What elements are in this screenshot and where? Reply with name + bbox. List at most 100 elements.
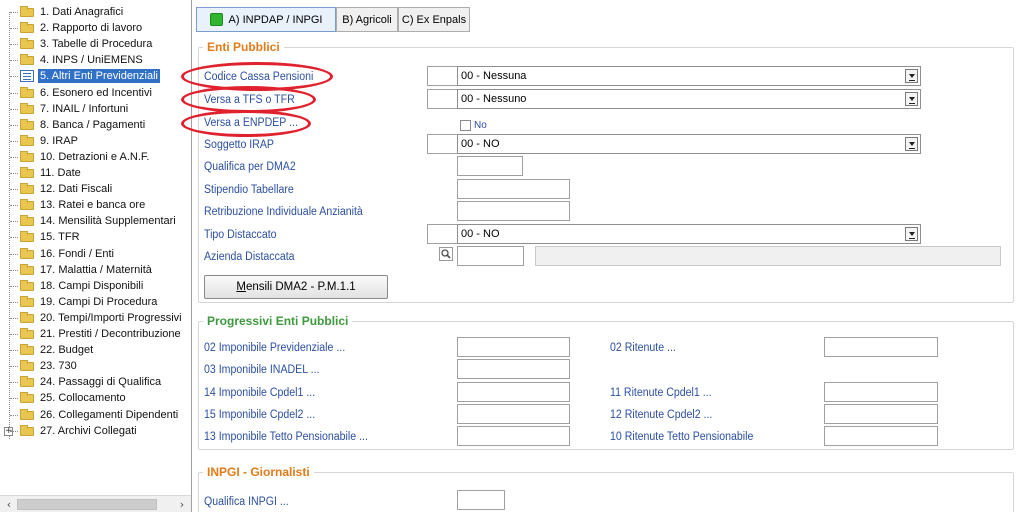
sidebar-item-date[interactable]: 11. Date: [0, 165, 191, 181]
tree-connector: [10, 301, 18, 303]
azienda-distaccata-code-input[interactable]: [457, 246, 524, 266]
sidebar-item-mensilita-supplementari[interactable]: 14. Mensilità Supplementari: [0, 213, 191, 229]
sidebar-item-730[interactable]: 23. 730: [0, 358, 191, 374]
prog-ritenute-cpdel1-input[interactable]: [824, 382, 938, 402]
navigation-tree-panel: 1. Dati Anagrafici 2. Rapporto di lavoro 3…: [0, 0, 192, 512]
sidebar-item-dati-fiscali[interactable]: 12. Dati Fiscali: [0, 181, 191, 197]
sidebar-item-malattia-maternita[interactable]: 17. Malattia / Maternità: [0, 262, 191, 278]
dropdown-arrow-icon[interactable]: [905, 137, 918, 151]
sidebar-item-campi-di-procedura[interactable]: 19. Campi Di Procedura: [0, 294, 191, 310]
tree-connector: [10, 140, 18, 142]
tree-connector: [10, 414, 18, 416]
folder-icon: [20, 328, 34, 339]
prog-imponibile-cpdel2-input[interactable]: [457, 404, 570, 424]
sidebar-item-collegamenti-dipendenti[interactable]: 26. Collegamenti Dipendenti: [0, 407, 191, 423]
prog-ritenute-input[interactable]: [824, 337, 938, 357]
codice-cassa-pensioni-select[interactable]: 00 - Nessuna: [457, 66, 921, 86]
versa-tfs-tfr-select[interactable]: 00 - Nessuno: [457, 89, 921, 109]
codice-cassa-code-field[interactable]: [427, 66, 457, 86]
sidebar-item-banca-pagamenti[interactable]: 8. Banca / Pagamenti: [0, 117, 191, 133]
sidebar-item-label: 9. IRAP: [40, 134, 78, 147]
tree-connector: [10, 317, 18, 319]
tab-ex-enpals[interactable]: C) Ex Enpals: [398, 7, 470, 32]
dropdown-arrow-icon[interactable]: [905, 227, 918, 241]
sidebar-item-label: 20. Tempi/Importi Progressivi: [40, 311, 182, 324]
qualifica-inpgi-input[interactable]: [457, 490, 505, 510]
mensili-dma2-button[interactable]: Mensili DMA2 - P.M.1.1: [204, 275, 388, 299]
tree-connector: [10, 221, 18, 223]
prog-ritenute-cpdel2-label: 12 Ritenute Cpdel2 ...: [610, 409, 713, 421]
folder-icon: [20, 344, 34, 356]
tree-connector: [10, 205, 18, 207]
sidebar-item-label: 15. TFR: [40, 231, 80, 244]
sidebar-item-inps-uniemens[interactable]: 4. INPS / UniEMENS: [0, 52, 191, 68]
tab-inpdap-inpgi[interactable]: A) INPDAP / INPGI: [196, 7, 336, 32]
select-value: 00 - NO: [461, 138, 500, 150]
sidebar-item-ratei-banca-ore[interactable]: 13. Ratei e banca ore: [0, 197, 191, 213]
sidebar-item-tabelle-di-procedura[interactable]: 3. Tabelle di Procedura: [0, 36, 191, 52]
prog-imponibile-inadel-input[interactable]: [457, 359, 570, 379]
sidebar-item-budget[interactable]: 22. Budget: [0, 342, 191, 358]
tree-connector: [10, 12, 18, 13]
sidebar-item-archivi-collegati[interactable]: +27. Archivi Collegati: [0, 423, 191, 439]
main-panel: A) INPDAP / INPGI B) Agricoli C) Ex Enpa…: [181, 0, 1019, 512]
sidebar-item-label: 19. Campi Di Procedura: [40, 295, 158, 308]
horizontal-scrollbar[interactable]: ‹ ›: [0, 495, 191, 512]
soggetto-irap-select[interactable]: 00 - NO: [457, 134, 921, 154]
sidebar-item-collocamento[interactable]: 25. Collocamento: [0, 390, 191, 406]
sidebar-item-label: 10. Detrazioni e A.N.F.: [40, 150, 150, 163]
sidebar-item-dati-anagrafici[interactable]: 1. Dati Anagrafici: [0, 4, 191, 20]
prog-ritenute-cpdel1-label: 11 Ritenute Cpdel1 ...: [610, 387, 712, 399]
sidebar-item-altri-enti-previdenziali[interactable]: 5. Altri Enti Previdenziali: [0, 68, 191, 84]
green-status-icon: [209, 13, 223, 26]
prog-imponibile-previdenziale-label: 02 Imponibile Previdenziale ...: [204, 342, 346, 354]
sidebar-item-fondi-enti[interactable]: 16. Fondi / Enti: [0, 246, 191, 262]
select-value: 00 - NO: [461, 228, 500, 240]
sidebar-item-label: 6. Esonero ed Incentivi: [40, 86, 152, 99]
lookup-search-icon[interactable]: [439, 247, 454, 262]
prog-ritenute-tetto-input[interactable]: [824, 426, 938, 446]
tab-agricoli[interactable]: B) Agricoli: [336, 7, 398, 32]
sidebar-item-tempi-importi-progressivi[interactable]: 20. Tempi/Importi Progressivi: [0, 310, 191, 326]
folder-icon: [20, 102, 34, 114]
sidebar-item-label: 26. Collegamenti Dipendenti: [40, 408, 179, 421]
tree-connector: [10, 253, 18, 255]
prog-imponibile-previdenziale-input[interactable]: [457, 337, 570, 357]
scroll-left-arrow-icon[interactable]: ‹: [2, 498, 16, 511]
sidebar-item-rapporto-di-lavoro[interactable]: 2. Rapporto di lavoro: [0, 20, 191, 36]
prog-imponibile-tetto-input[interactable]: [457, 426, 570, 446]
sidebar-item-prestiti-decontribuzione[interactable]: 21. Prestiti / Decontribuzione: [0, 326, 191, 342]
tree-connector: [10, 173, 18, 174]
prog-ritenute-cpdel2-input[interactable]: [824, 404, 938, 424]
prog-imponibile-cpdel1-input[interactable]: [457, 382, 570, 402]
scroll-right-arrow-icon[interactable]: ›: [175, 498, 189, 511]
navigation-tree: 1. Dati Anagrafici 2. Rapporto di lavoro 3…: [0, 4, 191, 486]
versa-enpdep-checkbox[interactable]: [460, 120, 471, 131]
qualifica-dma2-input[interactable]: [457, 156, 523, 176]
sidebar-item-passaggi-di-qualifica[interactable]: 24. Passaggi di Qualifica: [0, 374, 191, 390]
dropdown-arrow-icon[interactable]: [905, 92, 918, 106]
soggetto-irap-code-field[interactable]: [427, 134, 457, 154]
versa-tfs-tfr-label: Versa a TFS o TFR: [204, 94, 295, 106]
sidebar-item-campi-disponibili[interactable]: 18. Campi Disponibili: [0, 278, 191, 294]
sidebar-item-label: 5. Altri Enti Previdenziali: [38, 69, 160, 84]
retribuzione-anzianita-input[interactable]: [457, 201, 570, 221]
folder-icon: [20, 6, 34, 17]
sidebar-item-esonero-ed-incentivi[interactable]: 6. Esonero ed Incentivi: [0, 85, 191, 101]
stipendio-tabellare-input[interactable]: [457, 179, 570, 199]
tipo-distaccato-code-field[interactable]: [427, 224, 457, 244]
sidebar-item-inail-infortuni[interactable]: 7. INAIL / Infortuni: [0, 101, 191, 117]
dropdown-arrow-icon[interactable]: [905, 69, 918, 83]
versa-tfs-code-field[interactable]: [427, 89, 457, 109]
tree-connector: [10, 366, 18, 368]
folder-icon: [20, 247, 34, 259]
sidebar-item-detrazioni-anf[interactable]: 10. Detrazioni e A.N.F.: [0, 149, 191, 165]
tipo-distaccato-select[interactable]: 00 - NO: [457, 224, 921, 244]
folder-icon: [20, 22, 34, 34]
scrollbar-thumb[interactable]: [17, 499, 157, 510]
sidebar-item-label: 25. Collocamento: [40, 392, 126, 405]
form-document-icon: [20, 70, 34, 83]
sidebar-item-irap[interactable]: 9. IRAP: [0, 133, 191, 149]
tree-connector: [10, 92, 18, 94]
sidebar-item-tfr[interactable]: 15. TFR: [0, 229, 191, 245]
